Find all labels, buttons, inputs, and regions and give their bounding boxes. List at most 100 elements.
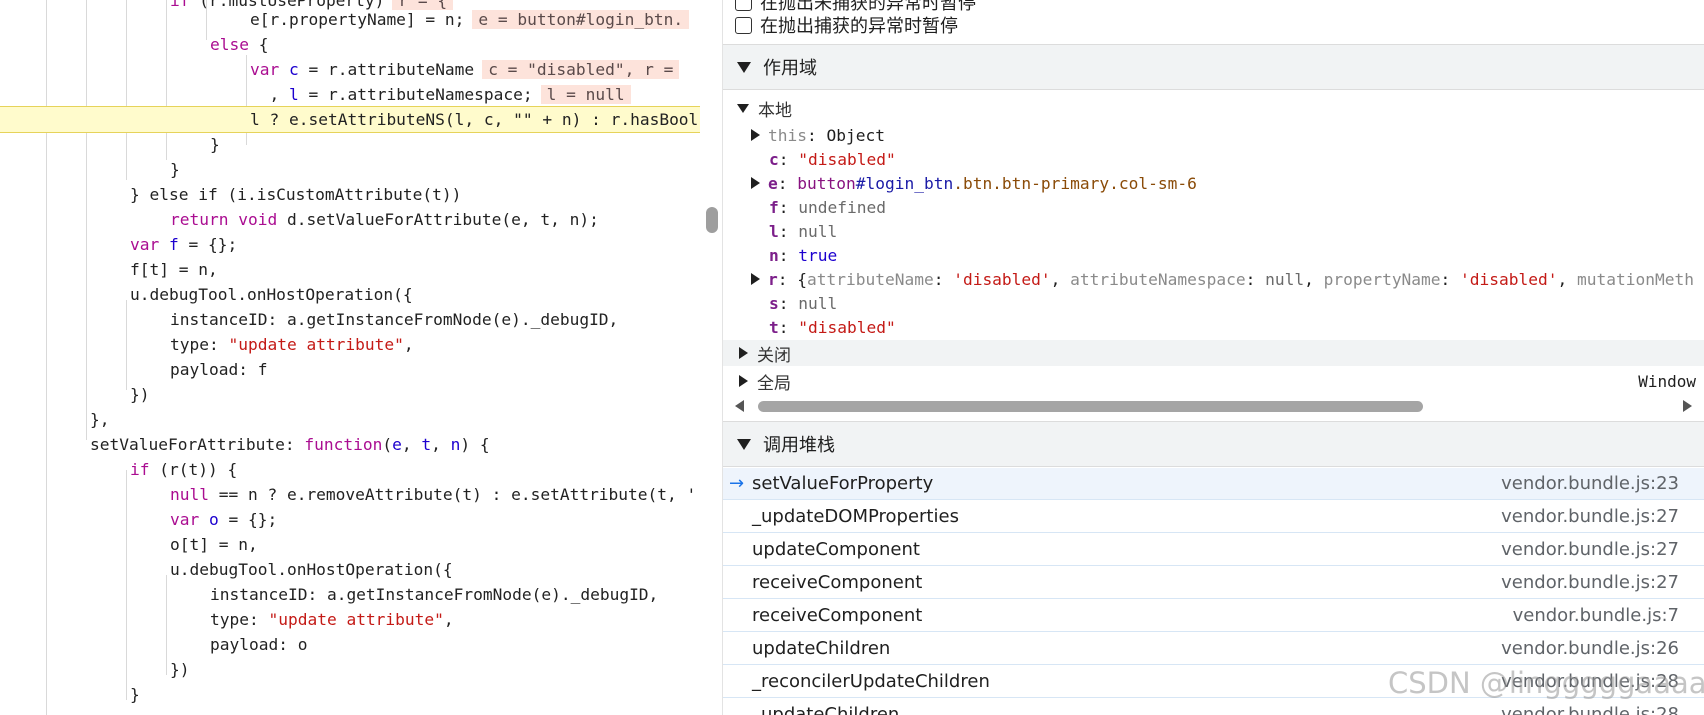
- prop-name: attributeNamespace: [1070, 269, 1246, 289]
- pause-uncaught-checkbox[interactable]: [735, 0, 752, 11]
- callstack-frame[interactable]: receiveComponent vendor.bundle.js:27: [723, 567, 1704, 599]
- code-line: var o = {};: [170, 510, 278, 529]
- code-line: type: "update attribute",: [170, 335, 414, 354]
- expand-triangle-icon: [751, 129, 760, 141]
- frame-location[interactable]: vendor.bundle.js:26: [1501, 638, 1679, 659]
- callstack-title: 调用堆栈: [763, 435, 835, 456]
- code-line: }: [130, 685, 140, 704]
- pause-caught-checkbox[interactable]: [735, 16, 752, 34]
- scope-var-c[interactable]: c: "disabled": [723, 147, 1704, 171]
- expand-triangle-icon: [737, 103, 749, 113]
- var-value: Object: [826, 125, 885, 145]
- var-value: true: [798, 245, 838, 265]
- var-name: n: [769, 245, 779, 265]
- local-label: 本地: [758, 100, 792, 121]
- callstack-frame[interactable]: _updateChildren vendor.bundle.js:28: [723, 699, 1704, 715]
- code-line: e[r.propertyName] = n; e = button#login_b…: [0, 7, 700, 32]
- code-line: }): [130, 385, 150, 404]
- callstack-frame[interactable]: _updateDOMProperties vendor.bundle.js:27: [723, 501, 1704, 533]
- prop-value: 'disabled': [953, 269, 1051, 289]
- code-line: setValueForAttribute: function(e, t, n) …: [90, 435, 490, 454]
- scope-horizontal-scrollbar[interactable]: [723, 396, 1704, 416]
- callstack-frame[interactable]: updateComponent vendor.bundle.js:27: [723, 534, 1704, 566]
- scope-var-t[interactable]: t: "disabled": [723, 315, 1704, 339]
- scope-var-r[interactable]: r: {attributeName: 'disabled', attribute…: [723, 267, 1704, 291]
- inline-value: l = null: [540, 85, 631, 104]
- code-line: },: [90, 410, 110, 429]
- frame-function-name: _reconcilerUpdateChildren: [752, 671, 990, 692]
- var-value: button: [797, 173, 856, 193]
- code-line: return void d.setValueForAttribute(e, t,…: [170, 210, 599, 229]
- var-value: null: [798, 293, 838, 313]
- code-editor[interactable]: if (r.mustUseProperty) r = { e[r.property…: [0, 0, 700, 715]
- frame-location[interactable]: vendor.bundle.js:27: [1501, 572, 1679, 593]
- callstack-frame[interactable]: receiveComponent vendor.bundle.js:7: [723, 600, 1704, 632]
- scope-var-n[interactable]: n: true: [723, 243, 1704, 267]
- paused-execution-line[interactable]: l ? e.setAttributeNS(l, c, "" + n) : r.h…: [0, 106, 700, 133]
- code-line: }: [210, 135, 220, 154]
- frame-location[interactable]: vendor.bundle.js:7: [1513, 605, 1679, 626]
- scope-var-e[interactable]: e: button #login_btn .btn.btn-primary.col-…: [723, 171, 1704, 195]
- scope-var-f[interactable]: f: undefined: [723, 195, 1704, 219]
- current-frame-arrow-icon: →: [729, 473, 745, 494]
- pause-caught-label: 在抛出捕获的异常时暂停: [760, 16, 958, 37]
- inline-value: e = button#login_btn.: [472, 10, 690, 29]
- frame-location[interactable]: vendor.bundle.js:27: [1501, 506, 1679, 527]
- scroll-left-arrow-icon[interactable]: [735, 400, 744, 412]
- pause-caught-exceptions-row[interactable]: 在抛出捕获的异常时暂停: [735, 13, 958, 37]
- var-value: null: [798, 221, 838, 241]
- var-value: "disabled": [798, 149, 896, 169]
- callstack-frame[interactable]: updateChildren vendor.bundle.js:26: [723, 633, 1704, 665]
- scope-closure-header[interactable]: 关闭: [723, 340, 1704, 366]
- frame-function-name: receiveComponent: [752, 605, 923, 626]
- scroll-right-arrow-icon[interactable]: [1683, 400, 1692, 412]
- code-line: }: [170, 160, 180, 179]
- code-line: f[t] = n,: [130, 260, 218, 279]
- scope-var-s[interactable]: s: null: [723, 291, 1704, 315]
- scope-var-this[interactable]: this: Object: [723, 123, 1704, 147]
- code-line: type: "update attribute",: [210, 610, 454, 629]
- var-name: r: [768, 269, 778, 289]
- prop-name: attributeName: [807, 269, 934, 289]
- expand-triangle-icon: [739, 347, 748, 359]
- code-line: null == n ? e.removeAttribute(t) : e.set…: [170, 485, 697, 504]
- callstack-frame[interactable]: → setValueForProperty vendor.bundle.js:2…: [723, 468, 1704, 500]
- frame-function-name: updateComponent: [752, 539, 920, 560]
- scope-local-header[interactable]: 本地: [723, 96, 1704, 121]
- scrollbar-thumb[interactable]: [758, 401, 1423, 412]
- prop-name: mutationMeth: [1577, 269, 1694, 289]
- var-name: s: [769, 293, 779, 313]
- expand-triangle-icon: [751, 273, 760, 285]
- code-line: var f = {};: [130, 235, 238, 254]
- frame-location[interactable]: vendor.bundle.js:23: [1501, 473, 1679, 494]
- code-line: if (r(t)) {: [130, 460, 238, 479]
- scope-section-header[interactable]: 作用域: [723, 44, 1704, 90]
- global-value: Window: [1638, 371, 1696, 391]
- code-line: else {: [210, 35, 269, 54]
- prop-value: 'disabled': [1460, 269, 1558, 289]
- var-name: f: [769, 197, 779, 217]
- code-line: o[t] = n,: [170, 535, 258, 554]
- var-name: this: [768, 125, 807, 145]
- inline-value: c = "disabled", r =: [482, 60, 680, 79]
- var-value-classes: .btn.btn-primary.col-sm-6: [953, 173, 1197, 193]
- callstack-section-header[interactable]: 调用堆栈: [723, 421, 1704, 467]
- code-line: , l = r.attributeNamespace; l = null: [0, 82, 700, 107]
- code-line: instanceID: a.getInstanceFromNode(e)._de…: [210, 585, 659, 604]
- frame-function-name: setValueForProperty: [752, 473, 934, 494]
- frame-function-name: _updateChildren: [752, 704, 900, 715]
- global-label: 全局: [757, 373, 791, 394]
- frame-location[interactable]: vendor.bundle.js:27: [1501, 539, 1679, 560]
- scope-global-header[interactable]: 全局 Window: [723, 368, 1704, 394]
- closure-label: 关闭: [757, 345, 791, 366]
- expand-triangle-icon: [739, 375, 748, 387]
- frame-location[interactable]: vendor.bundle.js:28: [1501, 704, 1679, 715]
- var-value-id: #login_btn: [855, 173, 954, 193]
- var-name: l: [769, 221, 779, 241]
- frame-function-name: _updateDOMProperties: [752, 506, 959, 527]
- scope-var-l[interactable]: l: null: [723, 219, 1704, 243]
- prop-name: propertyName: [1323, 269, 1441, 289]
- code-line: u.debugTool.onHostOperation({: [130, 285, 413, 304]
- scope-title: 作用域: [763, 58, 817, 79]
- editor-scrollbar-thumb[interactable]: [706, 207, 718, 233]
